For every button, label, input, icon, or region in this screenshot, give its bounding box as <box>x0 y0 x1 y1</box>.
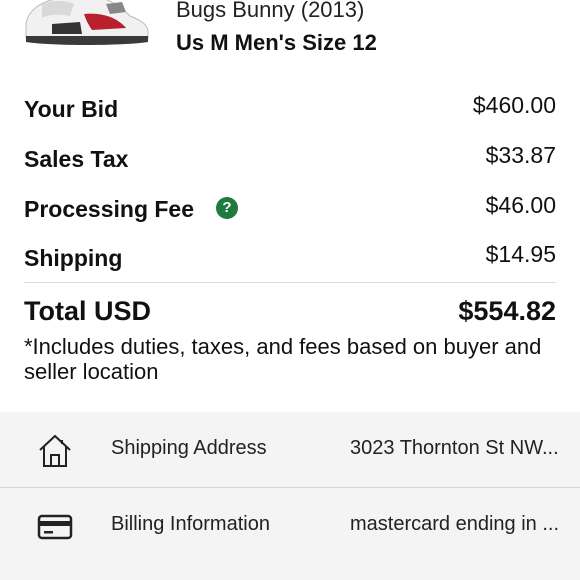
sneaker-thumbnail <box>25 0 149 45</box>
shipping-address-title: Shipping Address <box>111 437 267 459</box>
home-icon <box>39 434 71 467</box>
credit-card-icon <box>37 514 73 540</box>
product-size: Us M Men's Size 12 <box>176 30 377 55</box>
total-divider <box>24 282 556 283</box>
fees-note: *Includes duties, taxes, and fees based … <box>24 334 542 384</box>
billing-information-value: mastercard ending in ... <box>350 513 559 535</box>
shipping-address-row[interactable]: Shipping Address 3023 Thornton St NW... <box>0 412 580 488</box>
bid-label: Your Bid <box>24 96 119 122</box>
shipping-address-value: 3023 Thornton St NW... <box>350 437 559 459</box>
shipping-label: Shipping <box>24 245 123 271</box>
total-label: Total USD <box>24 296 151 326</box>
total-amount: $554.82 <box>458 296 556 326</box>
summary-row-tax: Sales Tax $33.87 <box>24 142 556 182</box>
tax-label: Sales Tax <box>24 146 129 172</box>
tax-amount: $33.87 <box>485 142 556 168</box>
summary-row-shipping: Shipping $14.95 <box>24 241 556 281</box>
shipping-amount: $14.95 <box>485 241 556 267</box>
billing-information-row[interactable]: Billing Information mastercard ending in… <box>0 488 580 563</box>
bid-amount: $460.00 <box>472 92 556 118</box>
product-name: Bugs Bunny (2013) <box>176 0 365 22</box>
question-circle-icon[interactable]: ? <box>216 197 238 219</box>
summary-row-processing-fee: Processing Fee ? $46.00 <box>24 192 556 232</box>
billing-information-title: Billing Information <box>111 513 270 535</box>
processing-fee-amount: $46.00 <box>485 192 556 218</box>
product-header: Bugs Bunny (2013) Us M Men's Size 12 <box>0 0 580 70</box>
order-details: Shipping Address 3023 Thornton St NW... … <box>0 412 580 580</box>
processing-fee-label: Processing Fee <box>24 196 195 222</box>
summary-row-bid: Your Bid $460.00 <box>24 92 556 132</box>
